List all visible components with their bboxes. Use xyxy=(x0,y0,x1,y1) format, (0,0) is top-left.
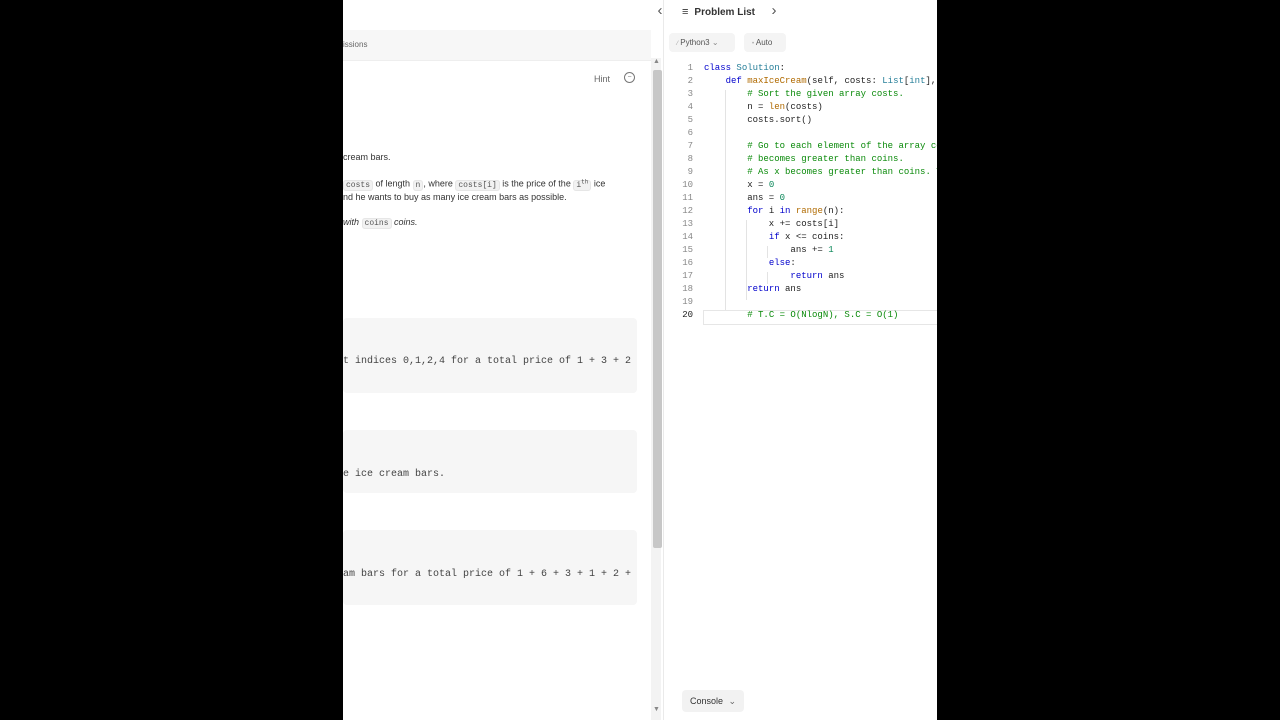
code-line: costs.sort() xyxy=(704,115,813,125)
code-line: # becomes greater than coins. xyxy=(747,154,904,164)
collapse-icon[interactable]: − xyxy=(624,72,635,83)
description-tab-strip: issions xyxy=(343,30,651,61)
problem-list-button[interactable]: ≡ Problem List xyxy=(682,4,755,20)
description-text: of length xyxy=(373,178,413,189)
inline-code: costs[i] xyxy=(455,179,500,191)
line-number: 3 xyxy=(687,89,693,99)
code-line: return ans xyxy=(747,284,802,294)
line-number: 7 xyxy=(687,141,693,151)
code-line: else: xyxy=(768,258,796,268)
code-line: # Go to each element of the array cos xyxy=(747,141,937,151)
code-line: def maxIceCream(self, costs: List[int], … xyxy=(725,76,937,86)
line-number: 10 xyxy=(682,180,693,190)
line-number: 2 xyxy=(687,76,693,86)
console-label: Console xyxy=(690,696,724,706)
code-line: # Sort the given array costs. xyxy=(747,89,904,99)
line-number: 18 xyxy=(682,284,693,294)
code-line: x += costs[i] xyxy=(704,219,840,229)
description-text: coins. xyxy=(391,217,418,227)
scroll-up-arrow-icon[interactable]: ▲ xyxy=(653,58,660,65)
scroll-down-arrow-icon[interactable]: ▼ xyxy=(653,706,660,713)
code-line: for i in range(n): xyxy=(747,206,845,216)
description-text: , where xyxy=(423,178,456,189)
list-icon: ≡ xyxy=(682,6,689,18)
line-number: 9 xyxy=(687,167,693,177)
code-line: # As x becomes greater than coins. Th xyxy=(747,167,937,177)
line-number: 13 xyxy=(682,219,693,229)
inline-code: costs xyxy=(343,179,374,191)
line-number: 6 xyxy=(687,128,693,138)
example-3-text: am bars for a total price of 1 + 6 + 3 +… xyxy=(343,569,632,580)
language-select[interactable]: ⁄ Python3 ⌄ xyxy=(669,33,735,52)
inline-code: n xyxy=(412,179,424,191)
code-line: if x <= coins: xyxy=(768,232,845,242)
description-line: with coins coins. xyxy=(343,217,418,229)
hint-button[interactable]: Hint xyxy=(594,74,610,84)
code-line: x = 0 xyxy=(704,180,775,190)
superscript: th xyxy=(581,178,589,185)
leetcode-window: ‹ ≡ Problem List › issions Hint − cream b… xyxy=(343,0,937,720)
next-problem-button[interactable]: › xyxy=(764,2,784,22)
dot-icon: • xyxy=(752,41,755,47)
description-text: ice xyxy=(591,178,606,189)
chevron-down-icon: ⌄ xyxy=(711,38,719,47)
code-line: # T.C = O(NlogN), S.C = O(1) xyxy=(747,310,899,320)
code-line: return ans xyxy=(790,271,845,281)
description-scroll-thumb[interactable] xyxy=(653,70,662,548)
description-line: costs of length n, where costs[i] is the… xyxy=(343,178,606,191)
description-line: cream bars. xyxy=(343,152,391,162)
line-number: 15 xyxy=(682,245,693,255)
example-2-box xyxy=(343,430,637,493)
example-3-box xyxy=(343,530,637,605)
line-number: 11 xyxy=(682,193,693,203)
line-number: 4 xyxy=(687,102,693,112)
description-line: nd he wants to buy as many ice cream bar… xyxy=(343,192,567,202)
language-label: Python3 xyxy=(680,38,710,47)
line-number: 1 xyxy=(687,63,693,73)
line-number: 5 xyxy=(687,115,693,125)
console-button[interactable]: Console ⌄ xyxy=(682,690,745,712)
pane-divider[interactable] xyxy=(663,0,664,720)
description-pane: issions Hint − cream bars. costs of leng… xyxy=(343,30,651,720)
description-text: is the price of the xyxy=(499,178,574,189)
inline-code: ith xyxy=(573,178,592,191)
code-line: n = len(costs) xyxy=(704,102,823,112)
lock-icon: ⁄ xyxy=(677,41,679,47)
line-number: 14 xyxy=(682,232,693,242)
chevron-down-icon: ⌄ xyxy=(728,696,737,706)
auto-label: Auto xyxy=(755,38,773,47)
example-1-text: t indices 0,1,2,4 for a total price of 1… xyxy=(343,356,632,367)
example-2-text: e ice cream bars. xyxy=(343,469,446,480)
code-line: ans = 0 xyxy=(704,193,786,203)
line-number: 8 xyxy=(687,154,693,164)
line-number: 16 xyxy=(682,258,693,268)
problem-list-label: Problem List xyxy=(694,7,755,18)
prev-problem-button[interactable]: ‹ xyxy=(650,2,670,22)
line-number: 17 xyxy=(682,271,693,281)
line-number: 19 xyxy=(682,297,693,307)
auto-button[interactable]: • Auto xyxy=(744,33,786,52)
inline-code: coins xyxy=(361,218,392,229)
code-line: ans += 1 xyxy=(704,245,834,255)
code-line: class Solution: xyxy=(704,63,786,73)
tab-submissions[interactable]: issions xyxy=(343,40,367,49)
line-number: 12 xyxy=(682,206,693,216)
description-text: with xyxy=(343,217,362,227)
line-number: 20 xyxy=(682,310,693,320)
top-header: ‹ ≡ Problem List › xyxy=(343,0,937,28)
